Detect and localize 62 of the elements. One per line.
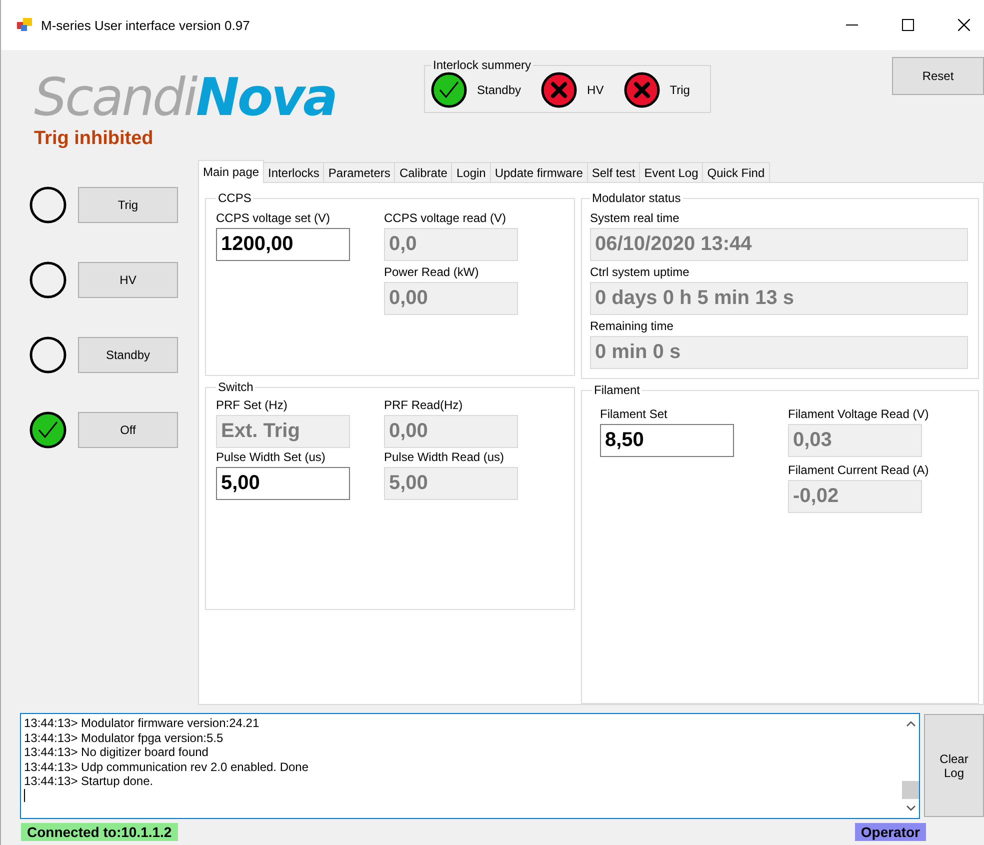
reset-button[interactable]: Reset xyxy=(892,57,984,95)
readout-field: 0,03 xyxy=(788,424,922,457)
interlock-label: HV xyxy=(587,83,604,97)
readout-field: 0,00 xyxy=(384,282,518,315)
field-label: Power Read (kW) xyxy=(384,265,479,279)
group-title: Modulator status xyxy=(591,191,682,205)
clear-log-button[interactable]: Clear Log xyxy=(924,714,984,817)
status-message: Trig inhibited xyxy=(34,128,154,150)
scroll-up-icon[interactable] xyxy=(906,720,916,727)
readout-field: -0,02 xyxy=(788,480,922,513)
logo: ScandiNova xyxy=(34,72,336,124)
window-title: M-series User interface version 0.97 xyxy=(41,18,250,32)
field-label: Pulse Width Set (us) xyxy=(216,450,326,464)
user-role: Operator xyxy=(854,823,926,841)
field-label: Filament Voltage Read (V) xyxy=(788,407,929,421)
scroll-down-icon[interactable] xyxy=(906,805,916,812)
field-label: PRF Set (Hz) xyxy=(216,398,288,412)
close-icon[interactable] xyxy=(958,19,970,31)
field-label: Ctrl system uptime xyxy=(590,265,690,279)
log-line: 13:44:13> Modulator fpga version:5.5 xyxy=(24,730,224,745)
readout-field: 06/10/2020 13:44 xyxy=(590,228,968,261)
maximize-icon[interactable] xyxy=(902,19,914,31)
tab[interactable]: Main page xyxy=(198,160,264,183)
state-button[interactable]: Off xyxy=(78,412,178,448)
field-label: Remaining time xyxy=(590,319,674,333)
log-line: 13:44:13> No digitizer board found xyxy=(24,745,210,760)
group-title: Interlock summery xyxy=(432,58,532,72)
scroll-thumb[interactable] xyxy=(902,781,919,799)
field-label: System real time xyxy=(590,211,680,225)
interlock-label: Standby xyxy=(477,83,522,97)
field-label: CCPS voltage set (V) xyxy=(216,211,330,225)
tab[interactable]: Quick Find xyxy=(702,162,770,182)
tab[interactable]: Login xyxy=(451,162,491,182)
readout-field: 0 min 0 s xyxy=(590,336,968,369)
readout-field: 0,0 xyxy=(384,228,518,261)
field-label: Filament Current Read (A) xyxy=(788,463,929,477)
group-title: CCPS xyxy=(217,191,252,205)
readout-field: Ext. Trig xyxy=(216,415,350,448)
interlock-label: Trig xyxy=(670,83,690,97)
state-button[interactable]: Standby xyxy=(78,337,178,373)
readout-field: 0,00 xyxy=(384,415,518,448)
input-field[interactable]: 8,50 xyxy=(600,424,734,457)
log-line: 13:44:13> Startup done. xyxy=(24,774,154,788)
input-field[interactable]: 5,00 xyxy=(216,467,350,500)
field-label: Pulse Width Read (us) xyxy=(384,450,504,464)
readout-field: 0 days 0 h 5 min 13 s xyxy=(590,282,968,315)
state-button[interactable]: Trig xyxy=(78,187,178,223)
group-title: Switch xyxy=(217,380,254,394)
app-icon xyxy=(17,18,33,32)
input-field[interactable]: 1200,00 xyxy=(216,228,350,261)
state-button[interactable]: HV xyxy=(78,262,178,298)
log-line: 13:44:13> Udp communication rev 2.0 enabled. Done xyxy=(24,760,310,774)
tab[interactable]: Event Log xyxy=(639,162,704,182)
connection-status: Connected to:10.1.1.2 xyxy=(21,823,178,841)
log-line: 13:44:13> Modulator firmware version:24.21 xyxy=(24,716,260,730)
readout-field: 5,00 xyxy=(384,467,518,500)
tab[interactable]: Update firmware xyxy=(490,162,588,182)
log-field[interactable]: 13:44:13> Modulator firmware version:24.21 13:44:13> Modulator fpga version:5.5 13:44:13> No digitizer board found 13:44:13> Udp communication rev 2.0 enabled. Done 13:44:13> Startup done. xyxy=(20,713,920,819)
field-label: PRF Read(Hz) xyxy=(384,398,463,412)
field-label: Filament Set xyxy=(600,407,668,421)
field-label: CCPS voltage read (V) xyxy=(384,211,506,225)
group-title: Filament xyxy=(593,383,642,397)
